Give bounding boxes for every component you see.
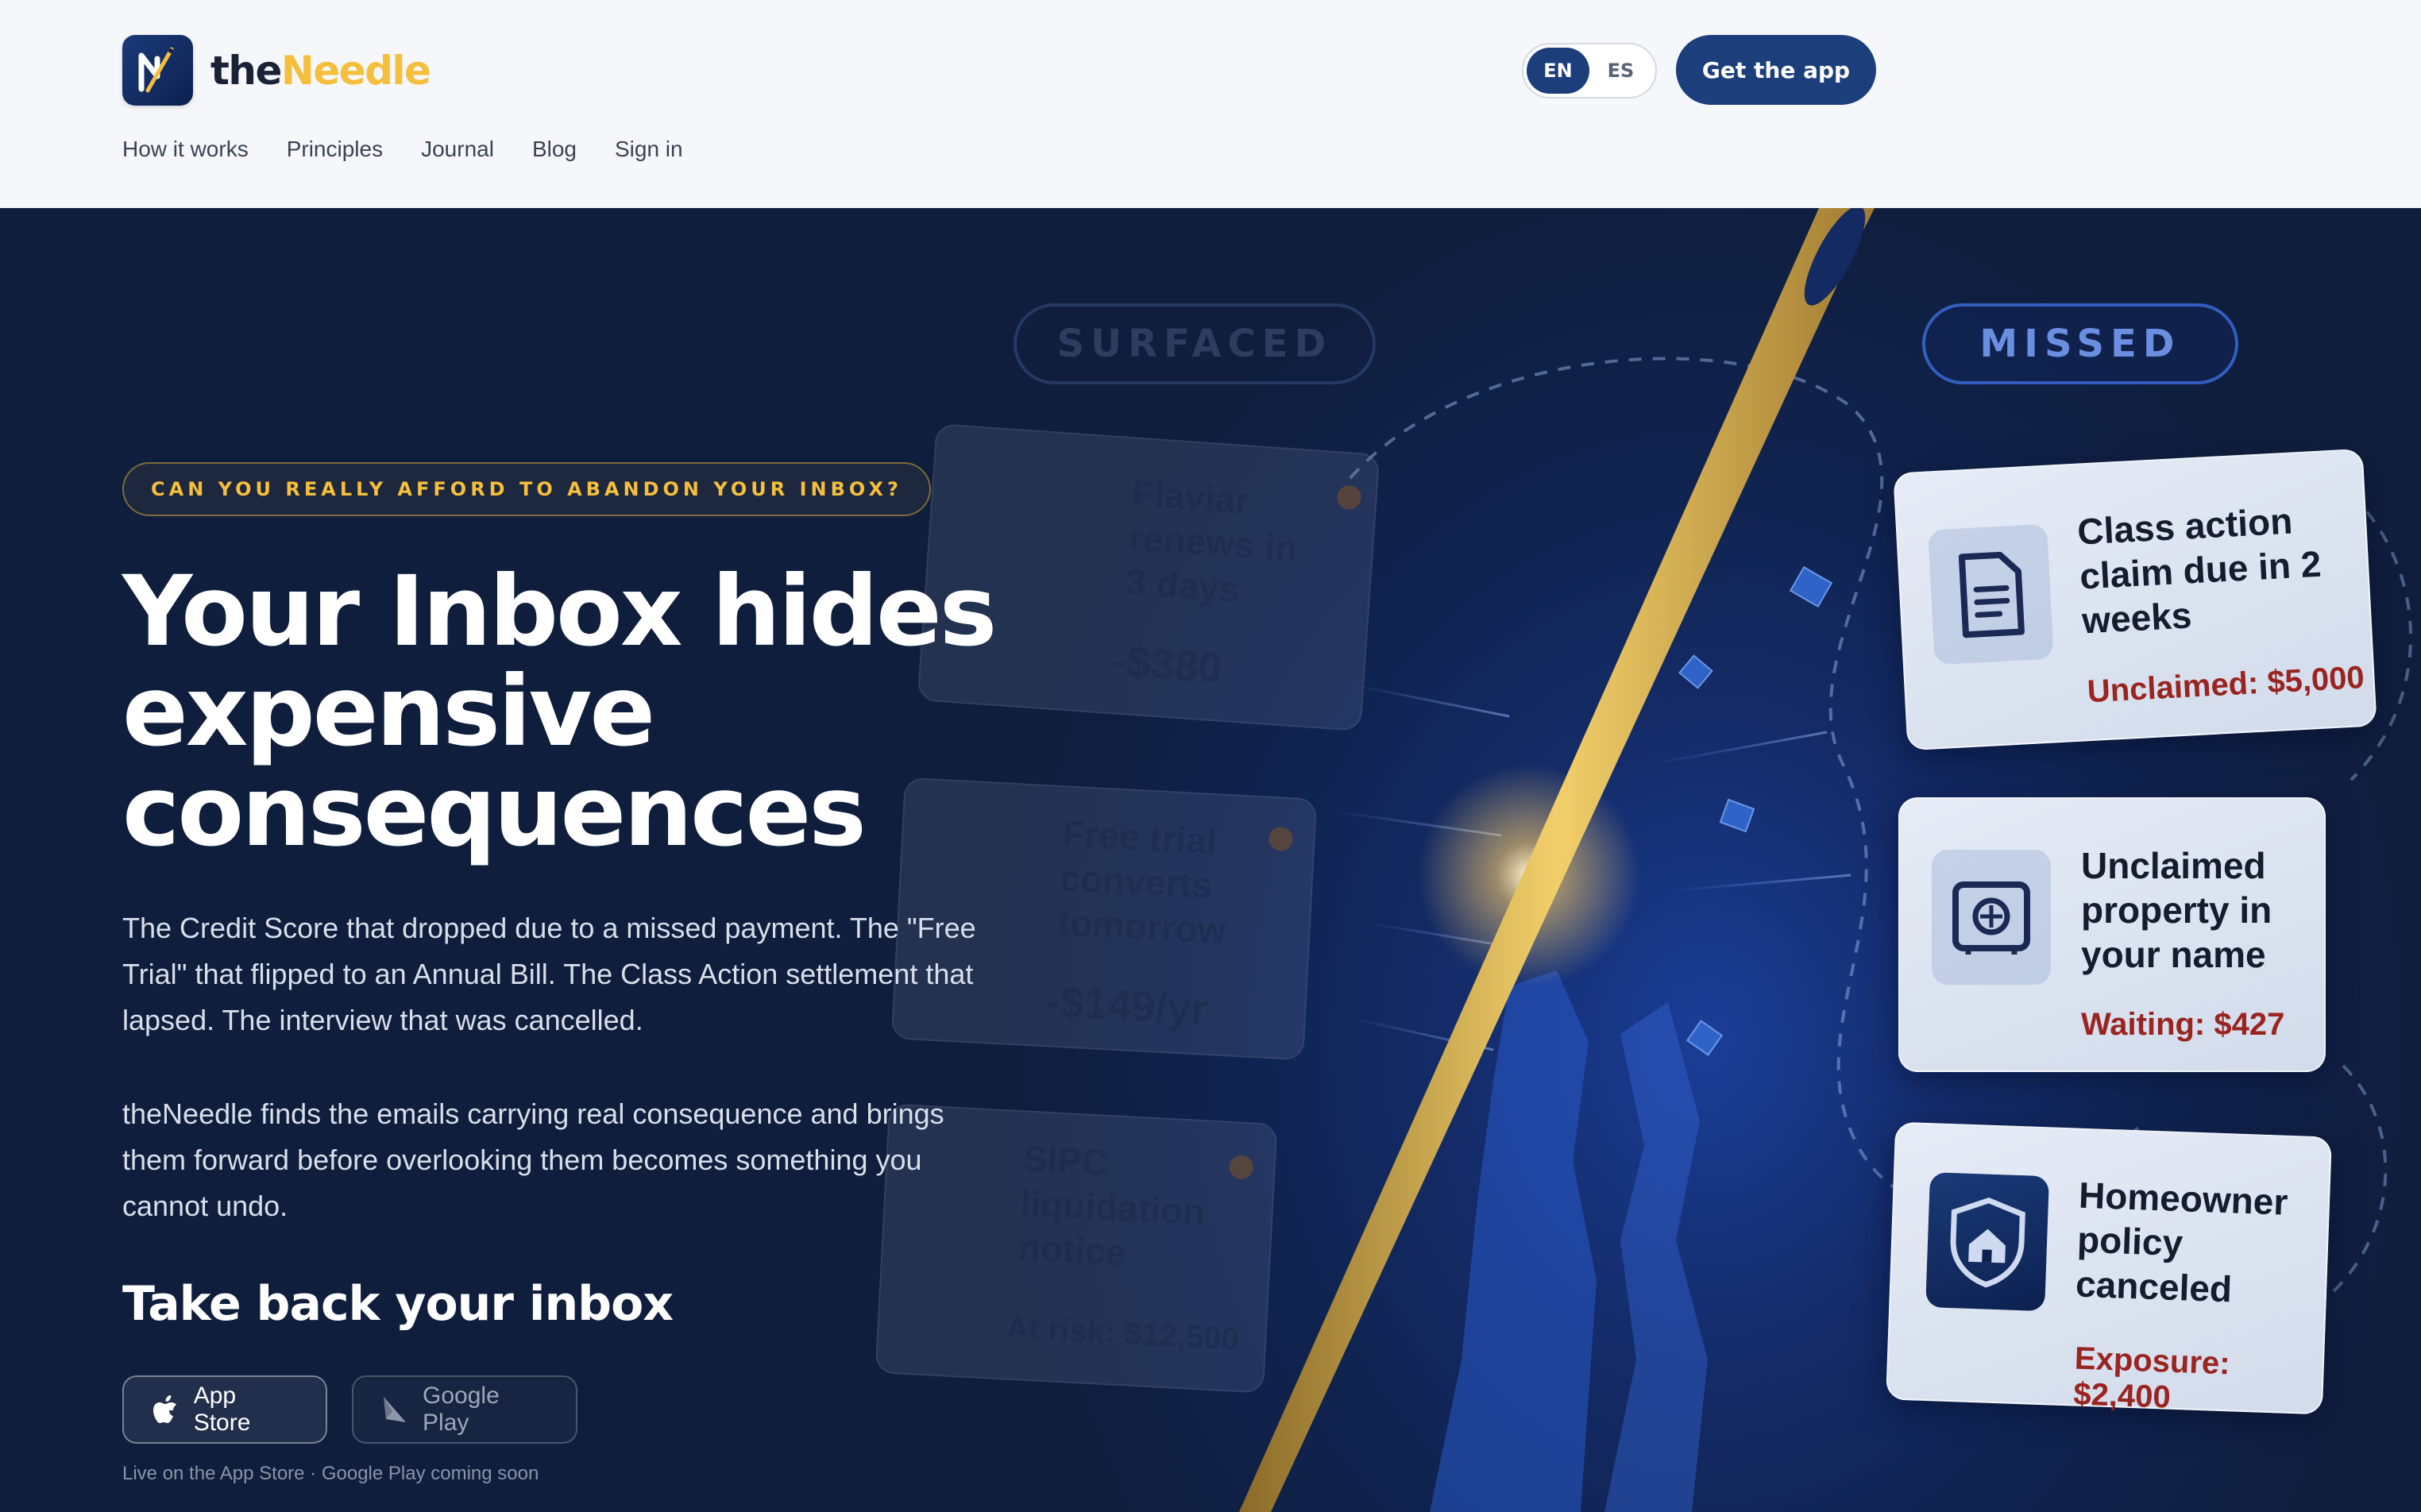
google-play-button[interactable]: Google Play (352, 1375, 577, 1444)
brand-logo[interactable]: theNeedle (122, 35, 431, 106)
status-dot (1228, 1154, 1254, 1180)
lang-en-button[interactable]: EN (1527, 48, 1589, 94)
missed-card-value: Unclaimed: $5,000 (2086, 660, 2365, 710)
nav-blog[interactable]: Blog (532, 137, 577, 162)
hero-headline: Your Inbox hides expensive consequences (122, 555, 997, 868)
missed-badge: MISSED (1922, 303, 2238, 384)
missed-card-value: Waiting: $427 (2081, 1007, 2285, 1042)
brand-wordmark: theNeedle (210, 47, 431, 94)
app-store-button[interactable]: App Store (122, 1375, 327, 1444)
house-shield-icon (1925, 1172, 2049, 1312)
surfaced-card-title: Flaviar renews in 3 days (1124, 472, 1299, 610)
surfaced-card-value: At risk: $12,500 (1005, 1310, 1240, 1357)
brand-name-suffix: Needle (280, 47, 431, 94)
nav-sign-in[interactable]: Sign in (615, 137, 683, 162)
missed-card: Class action claim due in 2 weeks Unclai… (1893, 448, 2377, 751)
missed-card-title: Class action claim due in 2 weeks (2076, 499, 2323, 642)
status-dot (1268, 826, 1294, 852)
hero-subhead: Take back your inbox (122, 1276, 674, 1332)
status-dot (1336, 484, 1362, 511)
surfaced-card-value: -$380 (1110, 637, 1224, 692)
missed-card-title: Homeowner policy canceled (2075, 1174, 2289, 1310)
document-icon (1928, 523, 2054, 665)
google-play-icon (380, 1395, 408, 1424)
missed-card-title: Unclaimed property in your name (2081, 845, 2272, 975)
nav-principles[interactable]: Principles (287, 137, 383, 162)
surfaced-card-title: SIPC liquidation notice (1017, 1137, 1207, 1274)
missed-card: Homeowner policy canceled Exposure: $2,4… (1886, 1121, 2332, 1415)
google-play-label: Google Play (423, 1383, 500, 1436)
surfaced-badge: SURFACED (1014, 303, 1376, 384)
site-header: theNeedle EN ES Get the app How it works… (0, 0, 2421, 208)
hero-paragraph-2: theNeedle finds the emails carrying real… (122, 1097, 944, 1222)
lang-es-button[interactable]: ES (1589, 48, 1652, 94)
eyebrow-text: CAN YOU REALLY AFFORD TO ABANDON YOUR IN… (151, 478, 902, 500)
main-nav: How it works Principles Journal Blog Sig… (122, 137, 683, 162)
hero-section: SURFACED MISSED Flaviar renews in 3 days… (0, 208, 2421, 1512)
needle-logo-icon (122, 35, 193, 106)
apple-icon (151, 1395, 180, 1424)
missed-card-value: Exposure: $2,400 (2072, 1340, 2231, 1415)
safe-icon (1932, 850, 2051, 985)
language-toggle: EN ES (1522, 43, 1657, 98)
nav-journal[interactable]: Journal (421, 137, 494, 162)
nav-how-it-works[interactable]: How it works (122, 137, 249, 162)
app-store-label: App Store (193, 1383, 251, 1436)
hero-paragraph-1: The Credit Score that dropped due to a m… (122, 912, 976, 1036)
missed-card: Unclaimed property in your name Waiting:… (1898, 797, 2326, 1072)
availability-note: Live on the App Store · Google Play comi… (122, 1463, 539, 1484)
brand-name-prefix: the (210, 47, 282, 94)
surfaced-card-value: -$149/yr (1044, 978, 1209, 1034)
eyebrow-badge: CAN YOU REALLY AFFORD TO ABANDON YOUR IN… (122, 462, 931, 516)
surfaced-card-title: Free trial converts tomorrow (1056, 812, 1227, 952)
get-the-app-button[interactable]: Get the app (1676, 35, 1876, 105)
